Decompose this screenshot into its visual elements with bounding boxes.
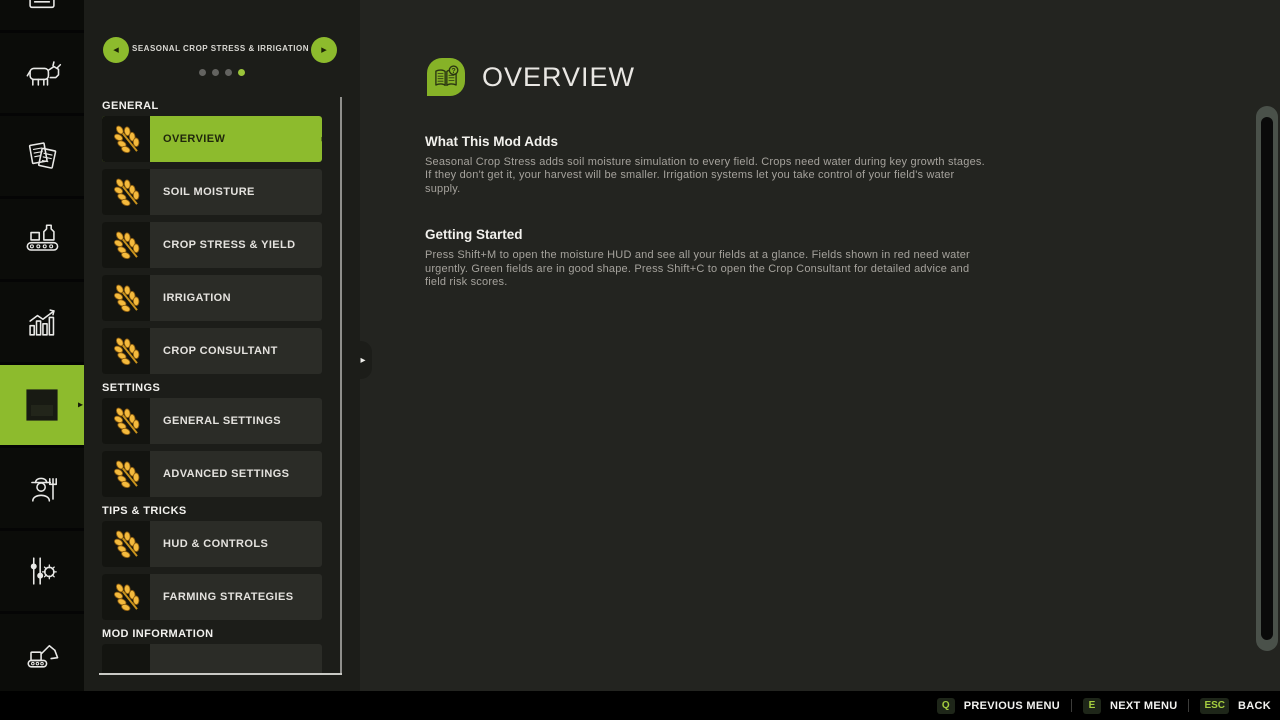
content-scrollbar-thumb[interactable] xyxy=(1261,117,1273,640)
hat-icon xyxy=(102,644,150,674)
ribbon-item-statistics[interactable] xyxy=(0,282,84,362)
contracts-icon xyxy=(20,134,64,178)
wheat-icon xyxy=(102,521,150,567)
carousel-dot[interactable] xyxy=(199,69,206,76)
sidebar-item-mod-info[interactable] xyxy=(102,644,322,674)
sidebar-item-label: SOIL MOISTURE xyxy=(150,186,255,198)
sidebar-scrollbar[interactable] xyxy=(340,97,342,673)
page-body: What This Mod Adds Seasonal Crop Stress … xyxy=(425,134,987,320)
construction-icon xyxy=(20,632,64,676)
carousel-title: SEASONAL CROP STRESS & IRRIGATION MA... xyxy=(132,44,312,53)
help-book-icon: ? xyxy=(427,58,465,96)
statistics-icon xyxy=(20,300,64,344)
previous-menu-button[interactable]: Q PREVIOUS MENU xyxy=(937,698,1060,714)
wheat-icon xyxy=(102,222,150,268)
page-title: OVERVIEW xyxy=(482,62,635,93)
map-icon xyxy=(20,0,64,11)
ribbon-item-contracts[interactable] xyxy=(0,116,84,196)
carousel-dot[interactable] xyxy=(225,69,232,76)
wheat-icon xyxy=(102,275,150,321)
svg-text:?: ? xyxy=(451,67,455,75)
mod-guide-icon xyxy=(20,383,64,427)
section-header: GENERAL xyxy=(102,99,322,113)
ribbon-item-farmer[interactable] xyxy=(0,448,84,528)
content-scrollbar[interactable] xyxy=(1256,106,1278,651)
key-q-badge: Q xyxy=(937,698,955,714)
carousel-next-button[interactable]: ▸ xyxy=(311,37,337,63)
bottom-bar: Q PREVIOUS MENU E NEXT MENU ESC BACK xyxy=(0,691,1280,720)
animals-icon xyxy=(20,51,64,95)
ribbon-item-construction[interactable] xyxy=(0,614,84,694)
sidebar-item-overview[interactable]: OVERVIEW ▸ xyxy=(102,116,322,162)
key-e-badge: E xyxy=(1083,698,1101,714)
sidebar-item-irrigation[interactable]: IRRIGATION xyxy=(102,275,322,321)
sidebar-item-soil-moisture[interactable]: SOIL MOISTURE xyxy=(102,169,322,215)
sidebar-item-crop-stress-yield[interactable]: CROP STRESS & YIELD xyxy=(102,222,322,268)
guide-carousel: ◂ SEASONAL CROP STRESS & IRRIGATION MA..… xyxy=(84,30,360,90)
ribbon-item-mod-guide[interactable]: ▸ xyxy=(0,365,84,445)
mod-guide-screen: ▸ ◂ SEASONAL CROP STRESS & IRRIGATION MA… xyxy=(0,0,1280,720)
sidebar-item-label: ADVANCED SETTINGS xyxy=(150,468,289,480)
wheat-icon xyxy=(102,169,150,215)
back-label: BACK xyxy=(1238,700,1271,712)
sidebar-item-advanced-settings[interactable]: ADVANCED SETTINGS xyxy=(102,451,322,497)
sidebar-menu: GENERAL OVERVIEW ▸ SOIL MOISTURE CROP STRESS… xyxy=(102,99,322,674)
carousel-dot[interactable] xyxy=(212,69,219,76)
sidebar-item-label: HUD & CONTROLS xyxy=(150,538,268,550)
previous-menu-label: PREVIOUS MENU xyxy=(964,700,1060,712)
wheat-icon xyxy=(102,116,150,162)
section-body: Press Shift+M to open the moisture HUD a… xyxy=(425,249,987,289)
hint-separator xyxy=(1071,699,1072,712)
section-header: MOD INFORMATION xyxy=(102,627,322,641)
key-esc-badge: ESC xyxy=(1200,698,1229,714)
sidebar-item-label: GENERAL SETTINGS xyxy=(150,415,281,427)
sidebar-item-crop-consultant[interactable]: CROP CONSULTANT xyxy=(102,328,322,374)
sidebar-item-label: OVERVIEW xyxy=(150,133,225,145)
sidebar-item-farming-strategies[interactable]: FARMING STRATEGIES xyxy=(102,574,322,620)
sidebar-item-general-settings[interactable]: GENERAL SETTINGS xyxy=(102,398,322,444)
sidebar-bottom-divider xyxy=(99,673,342,675)
section-header: TIPS & TRICKS xyxy=(102,504,322,518)
sidebar-item-label: CROP CONSULTANT xyxy=(150,345,278,357)
hint-separator xyxy=(1188,699,1189,712)
section-heading: What This Mod Adds xyxy=(425,134,987,149)
carousel-dot[interactable] xyxy=(238,69,245,76)
production-icon xyxy=(20,217,64,261)
wheat-icon xyxy=(102,574,150,620)
main-content: ? OVERVIEW What This Mod Adds Seasonal C… xyxy=(360,0,1280,691)
sidebar: ◂ SEASONAL CROP STRESS & IRRIGATION MA..… xyxy=(84,0,360,691)
selected-item-arrow-icon: ▸ xyxy=(321,134,322,145)
sidebar-item-hud-controls[interactable]: HUD & CONTROLS xyxy=(102,521,322,567)
mod-settings-icon xyxy=(20,549,64,593)
section-heading: Getting Started xyxy=(425,227,987,242)
ribbon-item-mod-settings[interactable] xyxy=(0,531,84,611)
left-ribbon: ▸ xyxy=(0,0,84,691)
sidebar-item-label: CROP STRESS & YIELD xyxy=(150,239,296,251)
selected-tab-arrow-icon: ▸ xyxy=(78,400,83,411)
farmer-icon xyxy=(20,466,64,510)
section-body: Seasonal Crop Stress adds soil moisture … xyxy=(425,156,987,196)
wheat-icon xyxy=(102,451,150,497)
wheat-icon xyxy=(102,328,150,374)
sidebar-item-label: IRRIGATION xyxy=(150,292,231,304)
next-menu-button[interactable]: E NEXT MENU xyxy=(1083,698,1177,714)
back-button[interactable]: ESC BACK xyxy=(1200,698,1271,714)
sidebar-item-label: FARMING STRATEGIES xyxy=(150,591,293,603)
carousel-prev-button[interactable]: ◂ xyxy=(103,37,129,63)
section-header: SETTINGS xyxy=(102,381,322,395)
carousel-dots xyxy=(84,69,360,76)
ribbon-item-map[interactable] xyxy=(0,0,84,30)
ribbon-item-animals[interactable] xyxy=(0,33,84,113)
arrow-right-icon: ▸ xyxy=(321,45,327,56)
ribbon-item-production[interactable] xyxy=(0,199,84,279)
wheat-icon xyxy=(102,398,150,444)
arrow-left-icon: ◂ xyxy=(113,45,119,56)
next-menu-label: NEXT MENU xyxy=(1110,700,1177,712)
page-header: ? OVERVIEW xyxy=(427,58,635,96)
